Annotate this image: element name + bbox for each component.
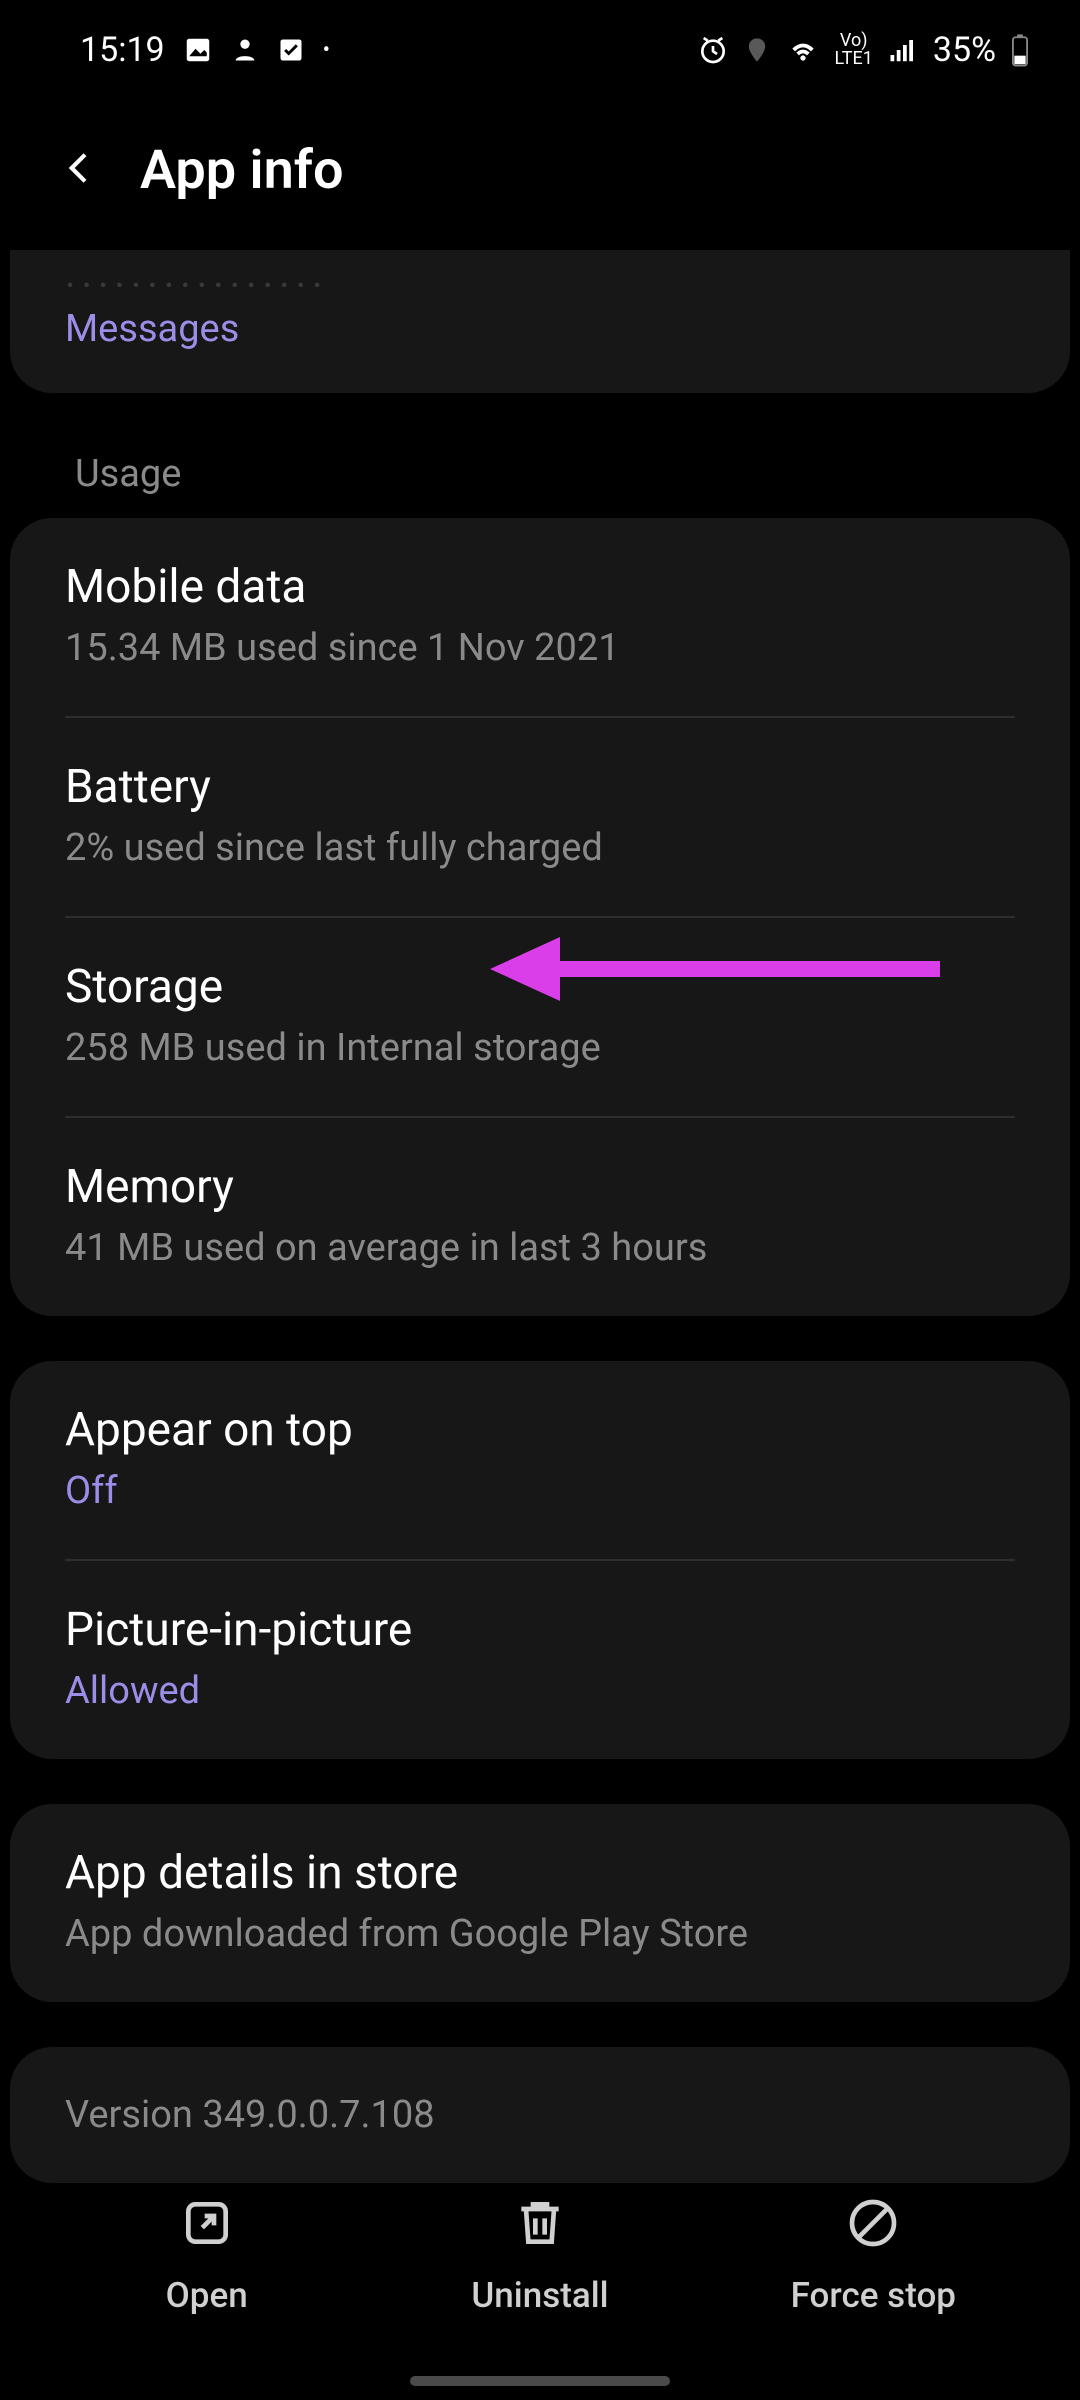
- appear-on-top-value: Off: [65, 1469, 1015, 1513]
- status-left: 15:19 •: [80, 30, 330, 70]
- default-messaging-card[interactable]: . . . . . . . . . . . . . . . . Messages: [10, 250, 1070, 393]
- force-stop-label: Force stop: [791, 2275, 956, 2316]
- uninstall-button[interactable]: Uninstall: [373, 2195, 706, 2316]
- header: App info: [0, 100, 1080, 250]
- storage-title: Storage: [65, 960, 1015, 1014]
- battery-item[interactable]: Battery 2% used since last fully charged: [10, 718, 1070, 916]
- app-details-store-item[interactable]: App details in store App downloaded from…: [10, 1804, 1070, 2002]
- pip-title: Picture-in-picture: [65, 1603, 1015, 1657]
- pip-item[interactable]: Picture-in-picture Allowed: [10, 1561, 1070, 1759]
- battery-sub: 2% used since last fully charged: [65, 826, 1015, 870]
- stop-icon: [845, 2195, 901, 2255]
- volte-icon: Vo)LTE1: [835, 32, 873, 68]
- content-scroll[interactable]: . . . . . . . . . . . . . . . . Messages…: [0, 250, 1080, 2183]
- battery-title: Battery: [65, 760, 1015, 814]
- back-icon[interactable]: [60, 142, 100, 198]
- location-icon: [743, 36, 771, 64]
- alarm-icon: [697, 34, 729, 66]
- checkbox-icon: [277, 36, 305, 64]
- storage-sub: 258 MB used in Internal storage: [65, 1026, 1015, 1070]
- display-card: Appear on top Off Picture-in-picture All…: [10, 1361, 1070, 1759]
- wifi-icon: [785, 34, 821, 66]
- status-bar: 15:19 • Vo)LTE1 35%: [0, 0, 1080, 100]
- mobile-data-title: Mobile data: [65, 560, 1015, 614]
- obscured-title: . . . . . . . . . . . . . . . .: [10, 250, 1070, 307]
- memory-sub: 41 MB used on average in last 3 hours: [65, 1226, 1015, 1270]
- appear-on-top-title: Appear on top: [65, 1403, 1015, 1457]
- section-label-usage: Usage: [10, 438, 1070, 518]
- status-right: Vo)LTE1 35%: [697, 30, 1031, 70]
- trash-icon: [512, 2195, 568, 2255]
- store-card: App details in store App downloaded from…: [10, 1804, 1070, 2002]
- default-messaging-value: Messages: [10, 307, 1070, 393]
- force-stop-button[interactable]: Force stop: [707, 2195, 1040, 2316]
- storage-item[interactable]: Storage 258 MB used in Internal storage: [10, 918, 1070, 1116]
- status-time: 15:19: [80, 30, 165, 70]
- memory-item[interactable]: Memory 41 MB used on average in last 3 h…: [10, 1118, 1070, 1316]
- version-text: Version 349.0.0.7.108: [65, 2093, 1015, 2137]
- open-icon: [179, 2195, 235, 2255]
- usage-card: Mobile data 15.34 MB used since 1 Nov 20…: [10, 518, 1070, 1316]
- open-button[interactable]: Open: [40, 2195, 373, 2316]
- memory-title: Memory: [65, 1160, 1015, 1214]
- app-details-store-title: App details in store: [65, 1846, 1015, 1900]
- app-details-store-sub: App downloaded from Google Play Store: [65, 1912, 1015, 1956]
- dot-icon: •: [323, 38, 330, 63]
- uninstall-label: Uninstall: [471, 2275, 608, 2316]
- page-title: App info: [140, 139, 344, 202]
- bottom-bar: Open Uninstall Force stop: [0, 2140, 1080, 2400]
- open-label: Open: [166, 2275, 248, 2316]
- pip-value: Allowed: [65, 1669, 1015, 1713]
- appear-on-top-item[interactable]: Appear on top Off: [10, 1361, 1070, 1559]
- image-icon: [183, 35, 213, 65]
- mobile-data-item[interactable]: Mobile data 15.34 MB used since 1 Nov 20…: [10, 518, 1070, 716]
- signal-icon: [887, 35, 919, 65]
- gesture-bar[interactable]: [410, 2376, 670, 2386]
- battery-percent: 35%: [933, 30, 996, 70]
- person-icon: [231, 36, 259, 64]
- mobile-data-sub: 15.34 MB used since 1 Nov 2021: [65, 626, 1015, 670]
- battery-icon: [1010, 33, 1030, 67]
